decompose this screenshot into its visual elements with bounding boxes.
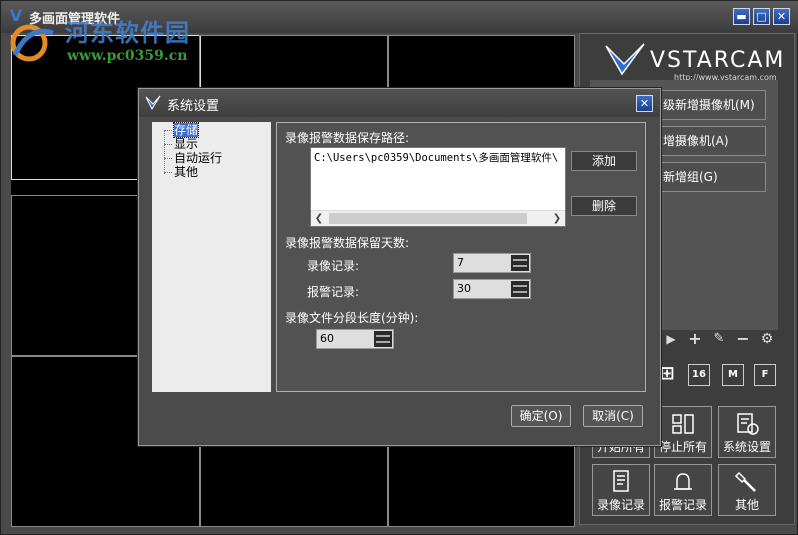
record-log-button[interactable]: 录像记录 xyxy=(592,464,650,516)
plus-icon[interactable]: + xyxy=(686,330,704,348)
record-days-label: 录像记录: xyxy=(307,259,360,273)
retention-label: 录像报警数据保留天数: xyxy=(285,236,410,250)
brand-logo: VSTARCAM http://www.vstarcam.com xyxy=(604,40,786,82)
tree-connector xyxy=(164,144,172,145)
ok-button[interactable]: 确定(O) xyxy=(511,405,571,427)
minus-icon[interactable]: − xyxy=(734,330,752,348)
tree-connector xyxy=(164,130,172,131)
add-path-button[interactable]: 添加 xyxy=(571,151,637,171)
segment-length-label: 录像文件分段长度(分钟): xyxy=(285,311,419,325)
scroll-left-icon[interactable]: ❮ xyxy=(311,211,327,227)
settings-tree: 存储 显示 自动运行 其他 xyxy=(152,122,271,392)
bell-icon xyxy=(674,473,692,490)
video-cell[interactable] xyxy=(199,443,389,527)
play-icon[interactable]: ▶ xyxy=(662,330,680,348)
tree-item-display[interactable]: 显示 xyxy=(174,137,198,151)
settings-icon xyxy=(737,413,759,435)
dialog-close-button[interactable]: ✕ xyxy=(636,95,653,112)
record-days-stepper[interactable]: 7 xyxy=(453,253,531,273)
segment-length-stepper[interactable]: 60 xyxy=(316,329,394,349)
add-search-camera-button[interactable]: 级新增摄像机(M) xyxy=(656,90,766,120)
alarm-log-button[interactable]: 报警记录 xyxy=(654,464,712,516)
watermark-text: 河东软件园 xyxy=(65,19,190,47)
wrench-icon xyxy=(734,471,756,492)
layout-m-button[interactable]: M xyxy=(722,364,744,386)
close-button[interactable]: ✕ xyxy=(773,8,790,25)
add-camera-button[interactable]: 增摄像机(A) xyxy=(656,126,766,156)
gear-icon[interactable]: ⚙ xyxy=(758,330,776,348)
stepper-buttons[interactable] xyxy=(511,281,529,297)
camera-toolbar: ▶ + ✎ − ⚙ xyxy=(662,330,782,350)
other-button[interactable]: 其他 xyxy=(718,464,776,516)
add-group-button[interactable]: 新增组(G) xyxy=(656,162,766,192)
delete-path-button[interactable]: 删除 xyxy=(571,196,637,216)
alarm-days-stepper[interactable]: 30 xyxy=(453,279,531,299)
vstarcam-logo-icon xyxy=(605,43,645,76)
system-settings-button[interactable]: 系统设置 xyxy=(718,406,776,458)
vstarcam-logo-icon xyxy=(145,95,161,111)
minimize-button[interactable]: ▬ xyxy=(733,8,750,25)
path-label: 录像报警数据保存路径: xyxy=(285,131,410,145)
watermark-url: www.pc0359.cn xyxy=(67,48,188,64)
system-settings-dialog: 系统设置 ✕ 存储 显示 自动运行 其他 录像报警数据保存路径: C:\User… xyxy=(138,88,661,446)
tree-connector xyxy=(164,172,172,173)
path-list-item[interactable]: C:\Users\pc0359\Documents\多画面管理软件\ xyxy=(314,150,558,165)
tree-item-storage[interactable]: 存储 xyxy=(172,122,200,138)
video-cell[interactable] xyxy=(387,443,575,527)
stop-all-button[interactable]: 停止所有 xyxy=(654,406,712,458)
scroll-right-icon[interactable]: ❯ xyxy=(549,211,565,227)
tree-connector xyxy=(164,158,172,159)
maximize-button[interactable]: □ xyxy=(753,8,770,25)
dialog-title-bar[interactable]: 系统设置 ✕ xyxy=(139,89,660,117)
edit-icon[interactable]: ✎ xyxy=(710,330,728,348)
stepper-buttons[interactable] xyxy=(511,255,529,271)
layout-fullscreen-button[interactable]: F xyxy=(754,364,776,386)
brand-name: VSTARCAM xyxy=(650,48,786,73)
horizontal-scrollbar[interactable]: ❮ ❯ xyxy=(311,210,565,226)
cancel-button[interactable]: 取消(C) xyxy=(583,405,643,427)
tree-connector xyxy=(164,130,165,174)
scrollbar-thumb[interactable] xyxy=(329,213,527,224)
storage-settings-panel: 录像报警数据保存路径: C:\Users\pc0359\Documents\多画… xyxy=(276,122,646,392)
stepper-buttons[interactable] xyxy=(374,331,392,347)
path-list[interactable]: C:\Users\pc0359\Documents\多画面管理软件\ ❮ ❯ xyxy=(310,147,566,227)
layout-16-button[interactable]: 16 xyxy=(688,364,710,386)
tree-item-autorun[interactable]: 自动运行 xyxy=(174,151,222,165)
tree-item-other[interactable]: 其他 xyxy=(174,165,198,179)
record-log-icon xyxy=(613,470,629,492)
watermark-logo-icon xyxy=(10,24,54,62)
alarm-days-label: 报警记录: xyxy=(307,285,360,299)
dialog-title: 系统设置 xyxy=(167,99,220,114)
stop-all-icon xyxy=(672,414,694,434)
